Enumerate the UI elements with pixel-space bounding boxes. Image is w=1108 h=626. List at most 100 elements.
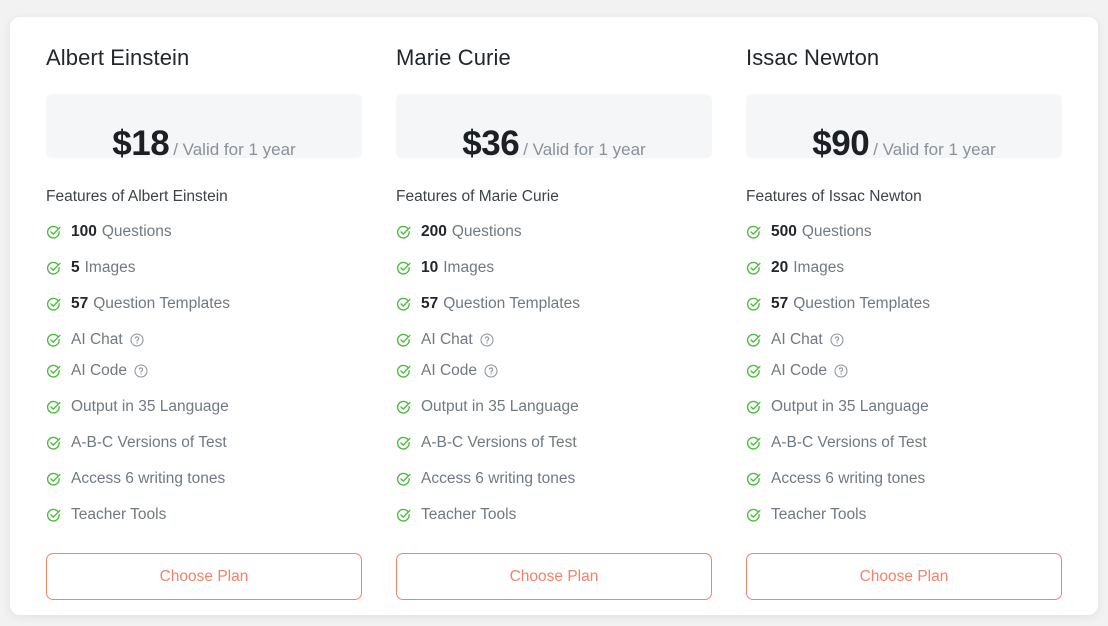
feature-label: Question Templates bbox=[443, 295, 580, 312]
feature-label: Images bbox=[793, 259, 845, 276]
feature-label: Questions bbox=[801, 223, 872, 240]
feature-label: Output in 35 Language bbox=[771, 398, 929, 415]
feature-label: Output in 35 Language bbox=[421, 398, 579, 415]
help-circle-icon[interactable] bbox=[830, 333, 844, 347]
feature-item: AI Code bbox=[396, 359, 712, 383]
feature-label: Questions bbox=[101, 223, 172, 240]
feature-item: 5 Images bbox=[46, 256, 362, 280]
check-circle-icon bbox=[397, 400, 411, 414]
feature-label: Images bbox=[84, 259, 136, 276]
feature-label: AI Chat bbox=[421, 331, 473, 348]
plan-title: Issac Newton bbox=[746, 45, 880, 70]
feature-item: Teacher Tools bbox=[396, 503, 712, 527]
check-circle-icon bbox=[747, 508, 761, 522]
price-box: $36/ Valid for 1 year bbox=[396, 94, 712, 163]
check-circle-icon bbox=[47, 472, 61, 486]
feature-item: 10 Images bbox=[396, 256, 712, 280]
feature-list: 500 Questions 20 Images 57 Question Templates… bbox=[746, 220, 1062, 527]
price-box: $90/ Valid for 1 year bbox=[746, 94, 1062, 163]
feature-item: Teacher Tools bbox=[46, 503, 362, 527]
feature-label: AI Code bbox=[421, 362, 478, 379]
check-circle-icon bbox=[397, 225, 411, 239]
feature-label: Teacher Tools bbox=[421, 506, 517, 523]
feature-label: Output in 35 Language bbox=[71, 398, 229, 415]
check-circle-icon bbox=[47, 400, 61, 414]
feature-value: 57 bbox=[771, 295, 789, 312]
plan-column: Issac Newton $90/ Valid for 1 year Feature… bbox=[746, 45, 1062, 600]
check-circle-icon bbox=[47, 261, 61, 275]
check-circle-icon bbox=[397, 333, 411, 347]
feature-label: Images bbox=[443, 259, 495, 276]
feature-item: 200 Questions bbox=[396, 220, 712, 244]
feature-item: Output in 35 Language bbox=[746, 395, 1062, 419]
help-circle-icon[interactable] bbox=[834, 364, 848, 378]
check-circle-icon bbox=[397, 436, 411, 450]
check-circle-icon bbox=[397, 472, 411, 486]
choose-plan-button[interactable]: Choose Plan bbox=[46, 553, 362, 600]
price-period: / Valid for 1 year bbox=[523, 140, 646, 159]
plan-title: Albert Einstein bbox=[46, 45, 190, 70]
plan-column: Marie Curie $36/ Valid for 1 year Features… bbox=[396, 45, 712, 600]
feature-list: 200 Questions 10 Images 57 Question Templates… bbox=[396, 220, 712, 527]
price-amount: $90 bbox=[812, 124, 870, 163]
choose-plan-button[interactable]: Choose Plan bbox=[396, 553, 712, 600]
plan-columns: Albert Einstein $18/ Valid for 1 year Feat… bbox=[10, 17, 1098, 600]
feature-item: AI Code bbox=[746, 359, 1062, 383]
feature-item: A-B-C Versions of Test bbox=[746, 431, 1062, 455]
feature-item: 20 Images bbox=[746, 256, 1062, 280]
check-circle-icon bbox=[397, 297, 411, 311]
feature-label: Questions bbox=[451, 223, 522, 240]
feature-value: 57 bbox=[71, 295, 89, 312]
price-period: / Valid for 1 year bbox=[873, 140, 996, 159]
help-circle-icon[interactable] bbox=[130, 333, 144, 347]
plan-column: Albert Einstein $18/ Valid for 1 year Feat… bbox=[46, 45, 362, 600]
feature-item: 57 Question Templates bbox=[396, 292, 712, 316]
check-circle-icon bbox=[747, 400, 761, 414]
feature-item: 57 Question Templates bbox=[46, 292, 362, 316]
check-circle-icon bbox=[47, 508, 61, 522]
feature-label: AI Chat bbox=[771, 331, 823, 348]
check-circle-icon bbox=[397, 508, 411, 522]
help-circle-icon[interactable] bbox=[480, 333, 494, 347]
check-circle-icon bbox=[397, 364, 411, 378]
feature-label: A-B-C Versions of Test bbox=[421, 434, 577, 451]
choose-plan-button[interactable]: Choose Plan bbox=[746, 553, 1062, 600]
feature-value: 20 bbox=[771, 259, 789, 276]
price-box: $18/ Valid for 1 year bbox=[46, 94, 362, 163]
features-heading: Features of Albert Einstein bbox=[46, 188, 228, 205]
feature-value: 100 bbox=[71, 223, 97, 240]
feature-item: AI Code bbox=[46, 359, 362, 383]
help-circle-icon[interactable] bbox=[484, 364, 498, 378]
feature-item: A-B-C Versions of Test bbox=[396, 431, 712, 455]
plan-title: Marie Curie bbox=[396, 45, 511, 70]
feature-item: Access 6 writing tones bbox=[396, 467, 712, 491]
pricing-card-panel: Albert Einstein $18/ Valid for 1 year Feat… bbox=[10, 17, 1098, 615]
check-circle-icon bbox=[747, 225, 761, 239]
feature-label: Access 6 writing tones bbox=[421, 470, 576, 487]
check-circle-icon bbox=[747, 333, 761, 347]
feature-list: 100 Questions 5 Images 57 Question Templates A… bbox=[46, 220, 362, 527]
help-circle-icon[interactable] bbox=[134, 364, 148, 378]
feature-item: Teacher Tools bbox=[746, 503, 1062, 527]
check-circle-icon bbox=[747, 261, 761, 275]
check-circle-icon bbox=[47, 297, 61, 311]
feature-item: Access 6 writing tones bbox=[46, 467, 362, 491]
features-heading: Features of Marie Curie bbox=[396, 188, 559, 205]
feature-item: 100 Questions bbox=[46, 220, 362, 244]
feature-label: Question Templates bbox=[793, 295, 930, 312]
price-period: / Valid for 1 year bbox=[173, 140, 296, 159]
feature-item: 500 Questions bbox=[746, 220, 1062, 244]
check-circle-icon bbox=[747, 297, 761, 311]
feature-label: A-B-C Versions of Test bbox=[71, 434, 227, 451]
check-circle-icon bbox=[47, 364, 61, 378]
feature-item: AI Chat bbox=[746, 328, 1062, 352]
price-amount: $36 bbox=[462, 124, 520, 163]
price-amount: $18 bbox=[112, 124, 170, 163]
feature-label: AI Code bbox=[71, 362, 128, 379]
check-circle-icon bbox=[397, 261, 411, 275]
check-circle-icon bbox=[47, 436, 61, 450]
check-circle-icon bbox=[47, 225, 61, 239]
feature-label: Teacher Tools bbox=[771, 506, 867, 523]
feature-value: 10 bbox=[421, 259, 439, 276]
feature-item: Output in 35 Language bbox=[46, 395, 362, 419]
